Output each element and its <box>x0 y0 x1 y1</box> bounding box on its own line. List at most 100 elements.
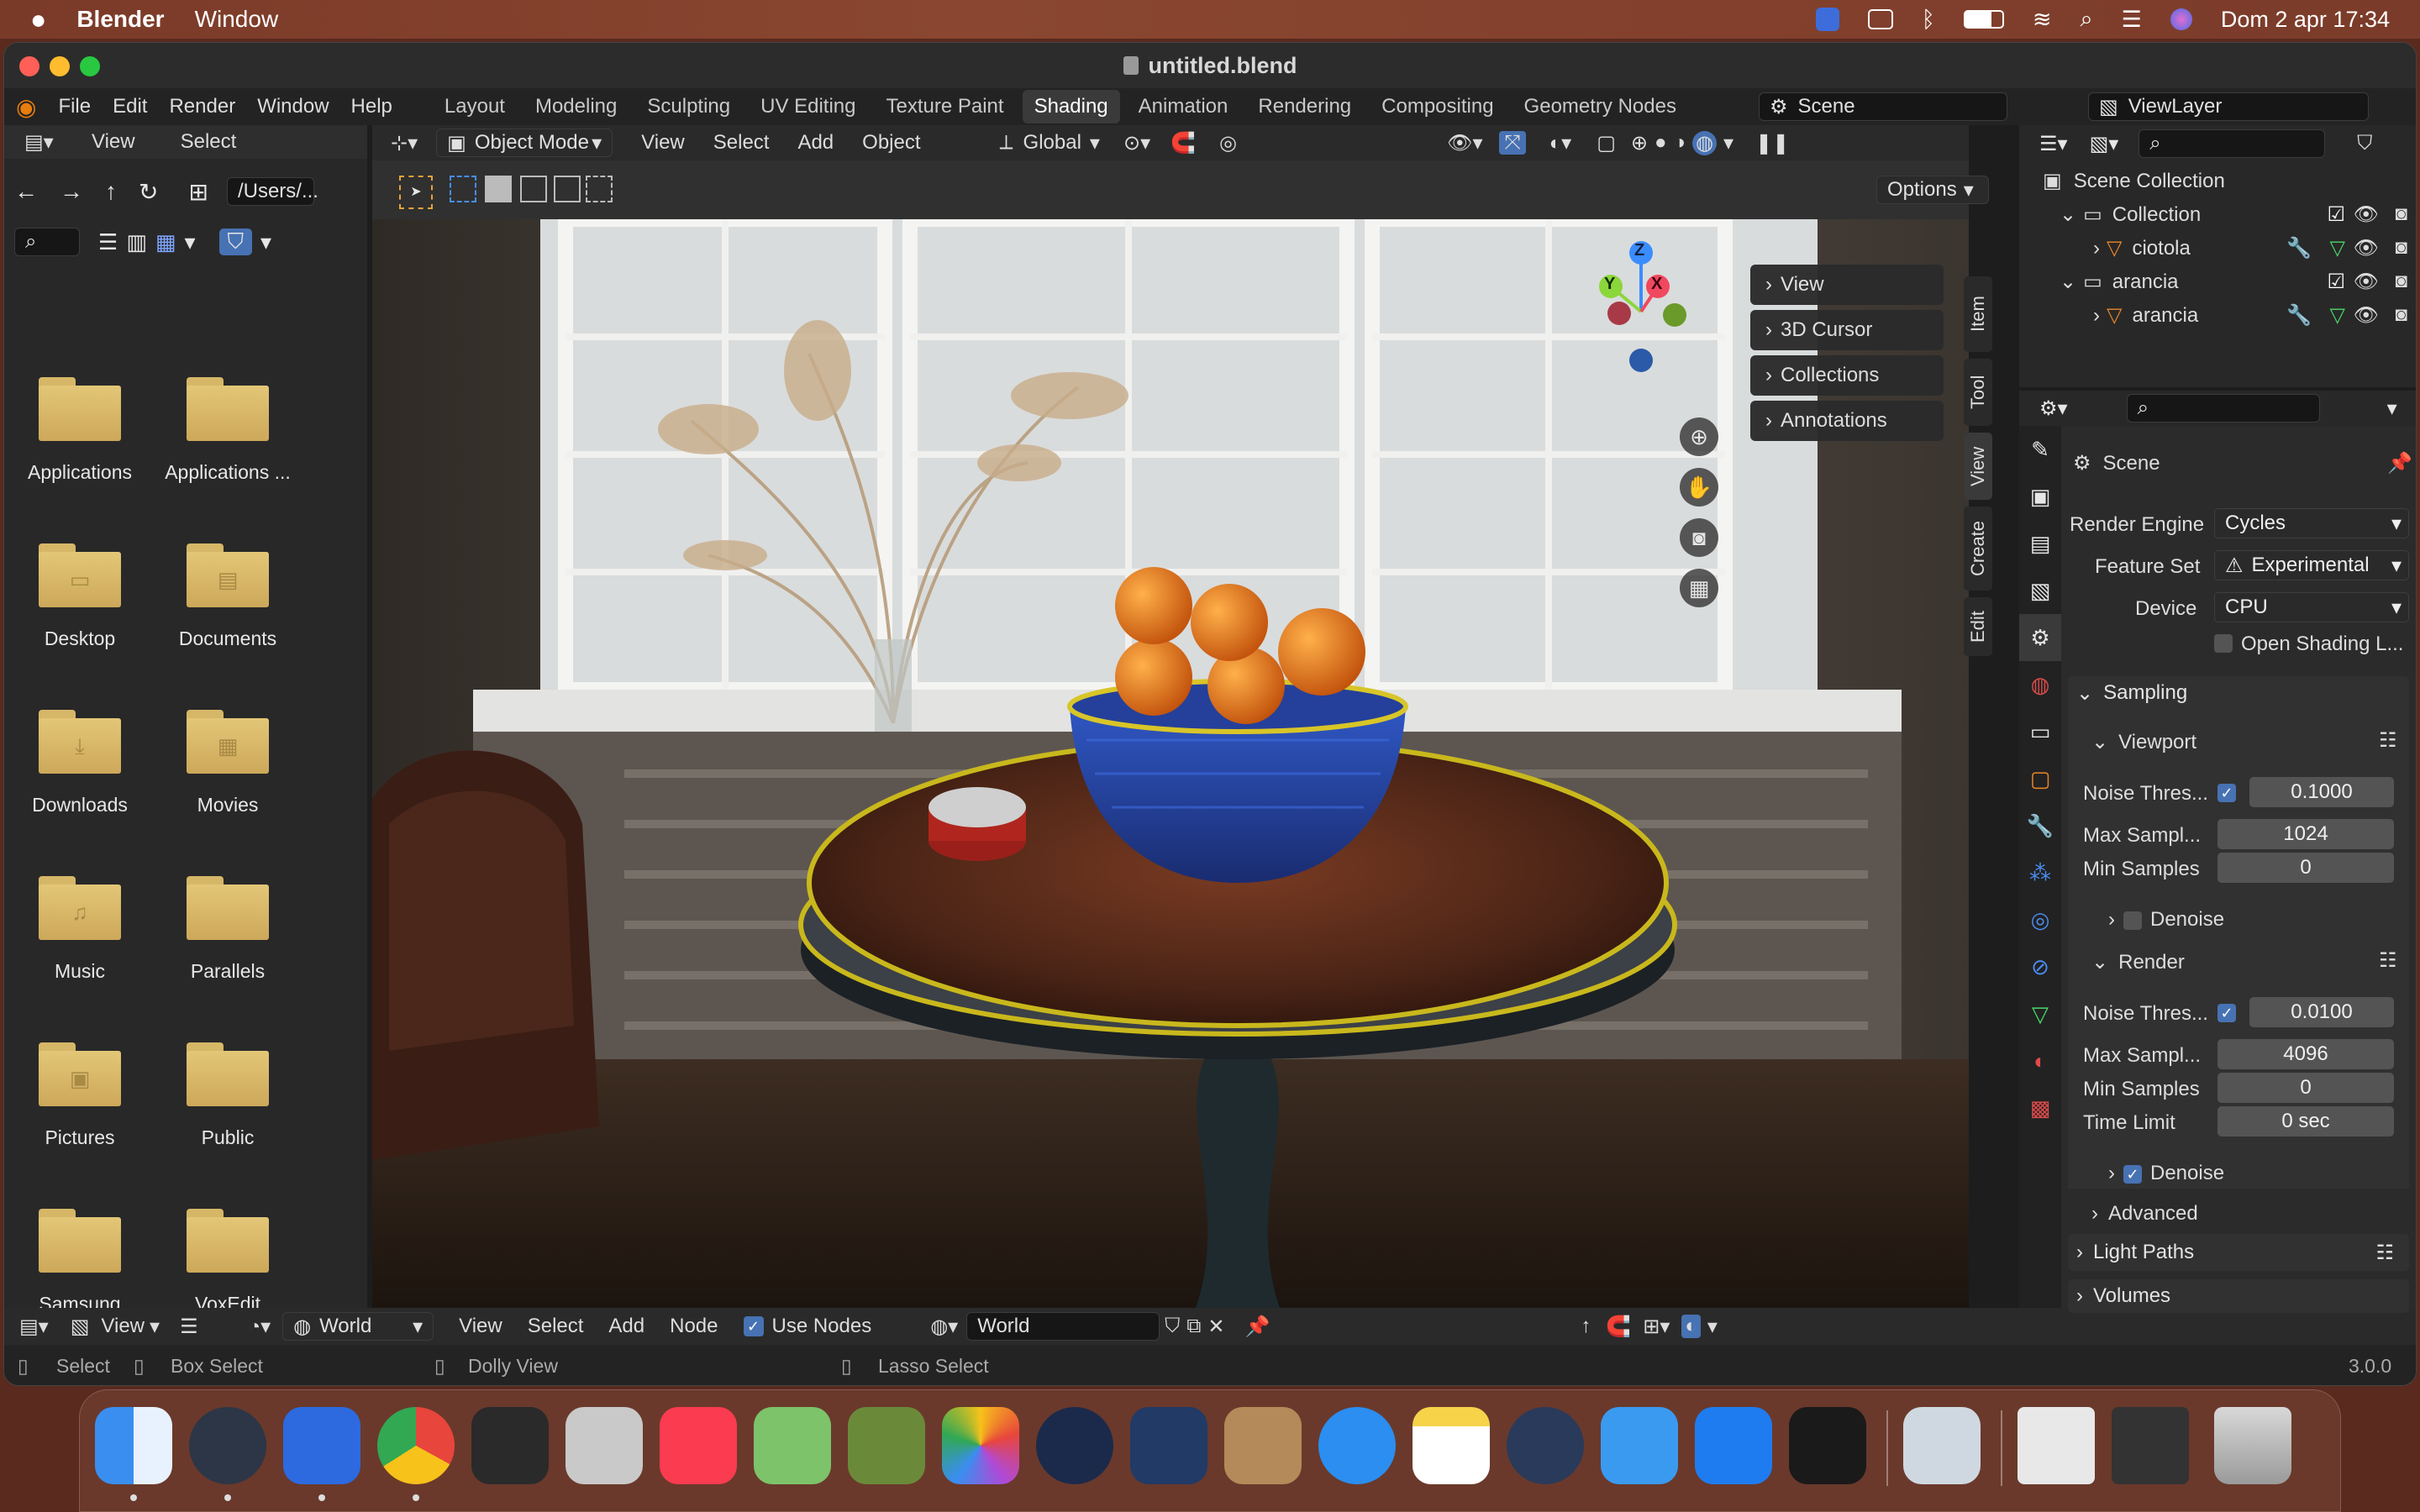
chevron-right-icon[interactable]: › <box>2093 304 2100 327</box>
safari-icon[interactable] <box>1318 1407 1396 1484</box>
blender-logo-icon[interactable]: ◉ <box>16 93 36 121</box>
folder-item[interactable]: ⤓ Downloads <box>13 710 147 816</box>
node-menu-add[interactable]: Add <box>608 1315 644 1338</box>
menu-file[interactable]: File <box>58 95 91 118</box>
image-editor-icon[interactable]: ▧ <box>71 1315 90 1339</box>
light-paths-section[interactable]: › Light Paths ☷ <box>2068 1234 2409 1271</box>
xray-icon[interactable]: ▢ <box>1597 131 1616 155</box>
notes-icon[interactable] <box>1413 1407 1490 1484</box>
folder-item[interactable]: ▦ Movies <box>160 710 295 816</box>
new-folder-icon[interactable]: ⊞ <box>188 178 208 206</box>
orientation-icon[interactable]: ⟂ <box>1000 131 1013 155</box>
pan-hand-icon[interactable]: ✋ <box>1680 468 1718 507</box>
tab-geometry-nodes[interactable]: Geometry Nodes <box>1512 90 1688 123</box>
minecraft-icon[interactable] <box>848 1407 925 1484</box>
r-noise-value[interactable]: 0.0100 <box>2249 997 2394 1027</box>
chevron-down-icon[interactable]: ▾ <box>184 229 195 255</box>
parent-dir-icon[interactable]: ↑ <box>105 178 117 205</box>
npanel-collections[interactable]: › Collections <box>1750 355 1944 396</box>
vp-min-value[interactable]: 0 <box>2217 853 2394 883</box>
final-cut-icon[interactable] <box>471 1407 549 1484</box>
world-browse-icon[interactable]: ◍▾ <box>930 1315 958 1339</box>
pivot-icon[interactable]: ⊙▾ <box>1123 131 1150 155</box>
display-icon[interactable] <box>1867 9 1893 29</box>
mail-icon[interactable] <box>1601 1407 1678 1484</box>
tab-tool[interactable]: Tool <box>1964 359 1992 426</box>
outliner-row[interactable]: ⌄ ▭ Collection ☑ 👁 ◙ <box>2060 202 2412 227</box>
hamburger-icon[interactable]: ☰ <box>180 1315 198 1339</box>
viewport-subpanel[interactable]: ⌄ Viewport <box>2091 730 2196 754</box>
sampling-section[interactable]: ⌄ Sampling <box>2068 676 2409 710</box>
display-mode-icon[interactable]: ▧▾ <box>2090 132 2119 156</box>
finder-icon[interactable] <box>95 1407 172 1484</box>
tab-layout[interactable]: Layout <box>433 90 517 123</box>
trash-icon[interactable] <box>2214 1407 2291 1484</box>
overlay-icon[interactable]: ◐ <box>1681 1315 1701 1338</box>
fake-user-icon[interactable]: ⛉ <box>1165 1315 1180 1338</box>
editor-type-icon[interactable]: ⚙▾ <box>2039 396 2068 421</box>
scene-tab-icon[interactable]: ⚙ <box>2019 614 2061 661</box>
chevron-down-icon[interactable]: ▾ <box>1707 1315 1718 1339</box>
folder-item[interactable]: ▭ Desktop <box>13 543 147 650</box>
world-tab-icon[interactable]: ◍ <box>2019 661 2061 708</box>
chevron-down-icon[interactable]: ▾ <box>2387 396 2397 421</box>
chevron-right-icon[interactable]: › <box>2093 237 2100 260</box>
output-tab-icon[interactable]: ▤ <box>2019 520 2061 567</box>
menu-window[interactable]: Window <box>257 95 329 118</box>
overlay-icon[interactable]: ◐▾ <box>1549 131 1572 155</box>
device-dropdown[interactable]: CPU ▾ <box>2214 592 2409 622</box>
preview-icon[interactable] <box>1903 1407 1981 1484</box>
folder-item[interactable]: Public <box>160 1042 295 1149</box>
steam-icon[interactable] <box>1036 1407 1113 1484</box>
editor-type-icon[interactable]: ▤▾ <box>24 130 58 155</box>
vp-menu-view[interactable]: View <box>641 131 685 155</box>
eye-icon[interactable]: 👁 <box>2354 303 2379 328</box>
folder-item[interactable]: Applications <box>13 377 147 484</box>
filter-icon[interactable]: ⛉ <box>218 228 253 255</box>
npanel-annotations[interactable]: › Annotations <box>1750 401 1944 441</box>
pause-icon[interactable]: ❚❚ <box>1755 131 1789 155</box>
vp-noise-value[interactable]: 0.1000 <box>2249 777 2394 807</box>
folder-item[interactable]: VoxEdit <box>160 1209 295 1315</box>
detail-view-icon[interactable]: ▥ <box>126 229 147 255</box>
folder-item[interactable]: ♫ Music <box>13 876 147 983</box>
data-tab-icon[interactable]: ▽ <box>2019 990 2061 1037</box>
select-invert-icon[interactable] <box>554 176 581 202</box>
pin-icon[interactable]: 📌 <box>1244 1315 1270 1339</box>
siri-icon[interactable] <box>2170 8 2192 30</box>
fb-search-input[interactable]: ⌕ <box>14 228 80 256</box>
mesh-data-icon[interactable]: ▽ <box>2330 303 2345 328</box>
recent-window-thumbnail-icon[interactable] <box>2112 1407 2189 1484</box>
search-icon[interactable]: ⌕ <box>2081 6 2093 33</box>
chevron-down-icon[interactable]: ▾ <box>1090 131 1100 155</box>
advanced-subpanel[interactable]: › Advanced <box>2091 1202 2198 1226</box>
tab-texture-paint[interactable]: Texture Paint <box>875 90 1016 123</box>
voxedit-icon[interactable] <box>1130 1407 1207 1484</box>
chrome-icon[interactable] <box>377 1407 455 1484</box>
camera-icon[interactable]: ◙ <box>2396 270 2408 293</box>
thumbnail-view-icon[interactable]: ▦ <box>155 229 176 255</box>
tab-create[interactable]: Create <box>1964 507 1992 591</box>
r-time-value[interactable]: 0 sec <box>2217 1106 2394 1137</box>
menu-edit[interactable]: Edit <box>113 95 147 118</box>
tab-uv-editing[interactable]: UV Editing <box>749 90 867 123</box>
photos-icon[interactable] <box>942 1407 1019 1484</box>
scene-selector[interactable]: ⚙ Scene <box>1759 92 2007 121</box>
path-field[interactable]: /Users/... <box>226 177 318 206</box>
folder-item[interactable]: ▤ Documents <box>160 543 295 650</box>
control-center-icon[interactable]: ☰ <box>2122 7 2142 33</box>
forward-icon[interactable]: → <box>60 178 83 205</box>
editor-type-icon[interactable]: ☰▾ <box>2039 132 2068 156</box>
eye-icon[interactable]: 👁 <box>2354 236 2379 260</box>
r-denoise-subpanel[interactable]: › ✓ Denoise <box>2108 1162 2224 1185</box>
camera-icon[interactable]: ◙ <box>2396 202 2408 226</box>
outliner-search[interactable]: ⌕ <box>2139 129 2326 158</box>
r-max-value[interactable]: 4096 <box>2217 1039 2394 1069</box>
unlink-icon[interactable]: ✕ <box>1207 1315 1224 1339</box>
tab-shading[interactable]: Shading <box>1022 90 1120 123</box>
app-store-icon[interactable] <box>1695 1407 1772 1484</box>
back-icon[interactable]: ← <box>14 178 38 205</box>
wifi-icon[interactable]: ≋ <box>2033 7 2052 33</box>
shader-type-dropdown[interactable]: ◍ World ▾ <box>282 1312 434 1341</box>
c-app-icon[interactable] <box>283 1407 360 1484</box>
